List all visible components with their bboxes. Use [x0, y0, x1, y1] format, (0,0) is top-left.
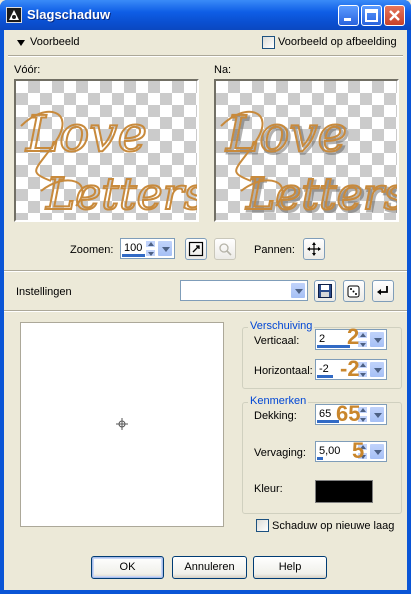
horizontal-value[interactable]: -2 [319, 363, 329, 375]
zoom-fit-icon [188, 241, 204, 257]
pan-label: Pannen: [254, 244, 295, 256]
reset-button[interactable] [372, 280, 394, 302]
preset-dropdown-arrow[interactable] [290, 282, 306, 299]
zoom-value[interactable]: 100 [124, 242, 142, 254]
horizontal-label: Horizontaal: [254, 365, 313, 377]
app-icon [6, 7, 22, 23]
blur-value[interactable]: 5,00 [319, 445, 340, 457]
shadow-new-layer-checkbox[interactable] [256, 519, 269, 532]
preview-on-image-label[interactable]: Voorbeeld op afbeelding [278, 36, 397, 48]
horizontal-annotation: -2 [340, 356, 360, 381]
separator [8, 55, 403, 57]
ok-button[interactable]: OK [91, 556, 164, 579]
horizontal-dropdown-button[interactable] [369, 361, 385, 378]
before-preview[interactable]: Love Letters [14, 79, 199, 222]
opacity-label: Dekking: [254, 410, 297, 422]
random-preset-button[interactable] [343, 280, 365, 302]
dice-icon [347, 285, 360, 298]
after-label: Na: [214, 64, 232, 76]
help-button[interactable]: Help [253, 556, 327, 579]
save-floppy-icon [318, 284, 332, 298]
zoom-spinner[interactable]: 100 [120, 238, 175, 259]
separator [4, 310, 407, 312]
maximize-icon [365, 9, 378, 22]
zoom-spin-arrows[interactable] [145, 240, 156, 257]
collapse-arrow-icon[interactable] [17, 40, 25, 46]
blur-spinner[interactable]: 5,00 [315, 441, 387, 462]
opacity-annotation: 65 [336, 401, 361, 426]
pan-button[interactable] [303, 238, 325, 260]
magnifier-icon [219, 243, 232, 256]
title-bar[interactable]: Slagschaduw [0, 0, 411, 30]
zoom-to-fit-button[interactable] [185, 238, 207, 260]
vertical-annotation: 2 [347, 324, 360, 349]
zoom-label: Zoomen: [70, 244, 114, 256]
vertical-label: Verticaal: [254, 335, 300, 347]
dialog-client-area: Voorbeeld Voorbeeld op afbeelding Vóór: … [4, 30, 407, 590]
vertical-value[interactable]: 2 [319, 333, 325, 345]
close-icon [389, 10, 400, 21]
blur-annotation: 5 [352, 438, 365, 463]
vertical-dropdown-button[interactable] [369, 331, 385, 348]
save-preset-button[interactable] [314, 280, 336, 302]
svg-text:Love: Love [25, 105, 147, 163]
separator [4, 270, 407, 272]
svg-text:Letters: Letters [45, 169, 197, 220]
color-label: Kleur: [254, 483, 283, 495]
attributes-group-title: Kenmerken [248, 395, 309, 407]
shadow-color-swatch[interactable] [315, 480, 373, 503]
move-arrows-icon [307, 242, 321, 256]
opacity-value[interactable]: 65 [319, 408, 331, 420]
preview-on-image-checkbox[interactable] [262, 36, 275, 49]
svg-text:Love: Love [225, 105, 347, 163]
crosshair-icon[interactable] [115, 417, 129, 431]
dialog-window: Slagschaduw Voorbeeld Voorbeeld op afbee… [0, 0, 411, 594]
love-letters-artwork: Love Letters [20, 104, 197, 220]
maximize-button[interactable] [361, 5, 382, 26]
preset-dropdown[interactable] [180, 280, 308, 301]
svg-text:Letters: Letters [245, 169, 397, 220]
after-preview[interactable]: Love Letters Love Letters [214, 79, 399, 222]
love-letters-shadow-artwork: Love Letters Love Letters [220, 104, 397, 220]
blur-label: Vervaging: [254, 447, 306, 459]
minimize-button[interactable] [338, 5, 359, 26]
before-label: Vóór: [14, 64, 41, 76]
window-title: Slagschaduw [27, 7, 111, 22]
settings-label: Instellingen [16, 286, 72, 298]
zoom-dropdown-button[interactable] [157, 240, 173, 257]
opacity-dropdown-button[interactable] [369, 406, 385, 423]
preview-toggle-label[interactable]: Voorbeeld [30, 36, 80, 48]
zoom-magnifier-button[interactable] [214, 238, 236, 260]
blur-dropdown-button[interactable] [369, 443, 385, 460]
offset-group-title: Verschuiving [248, 320, 315, 332]
cancel-button[interactable]: Annuleren [172, 556, 247, 579]
shadow-direction-canvas[interactable] [20, 322, 224, 527]
reset-arrow-icon [377, 286, 388, 295]
shadow-new-layer-label[interactable]: Schaduw op nieuwe laag [272, 520, 394, 532]
close-button[interactable] [384, 5, 405, 26]
minimize-icon [344, 18, 351, 21]
